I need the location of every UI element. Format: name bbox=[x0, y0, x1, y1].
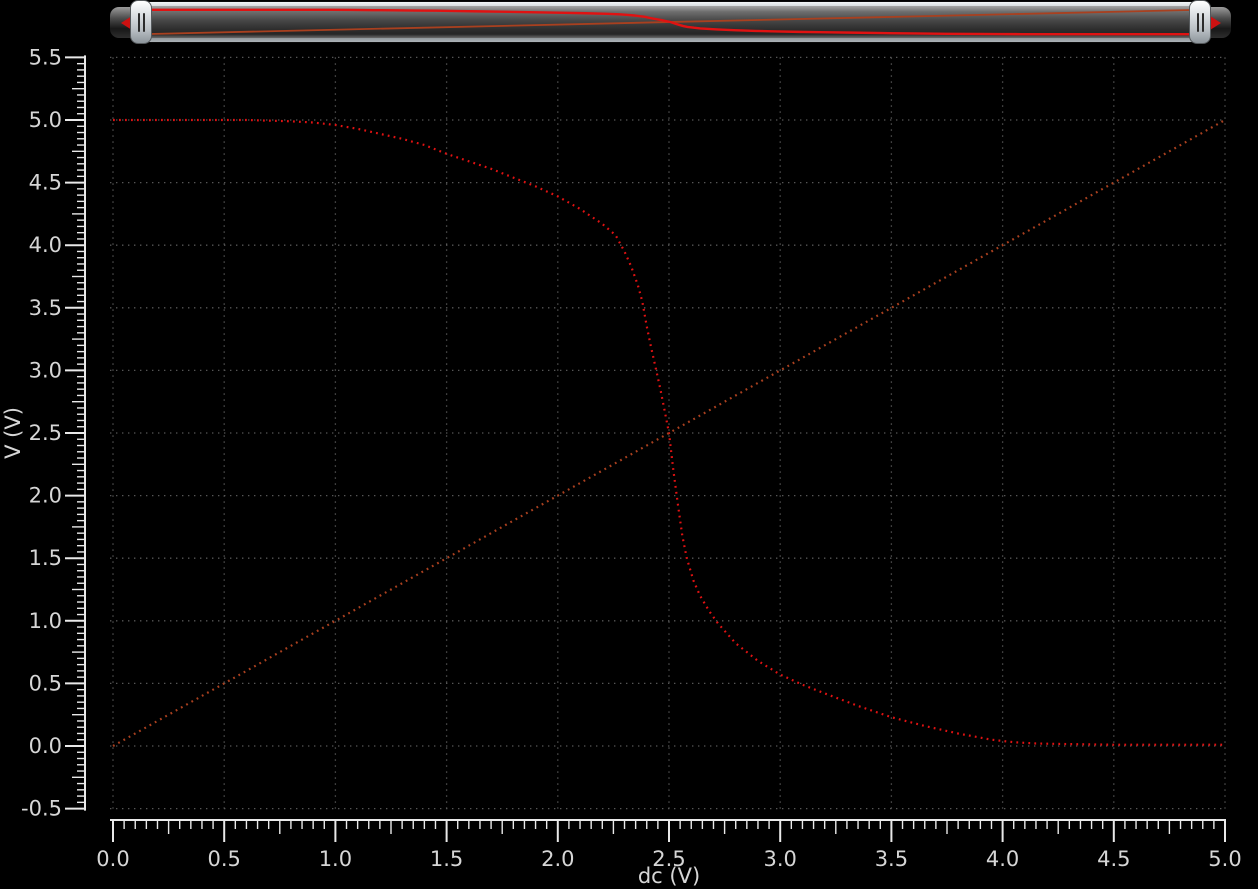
x-tick-label: 1.0 bbox=[319, 847, 352, 871]
x-axis-title: dc (V) bbox=[638, 864, 700, 888]
y-tick-label: 4.0 bbox=[29, 233, 62, 257]
x-axis-ruler bbox=[110, 819, 1226, 842]
scrollbar-track[interactable] bbox=[136, 2, 1205, 42]
y-tick-label: 4.5 bbox=[29, 171, 62, 195]
x-tick-label: 4.5 bbox=[1097, 847, 1130, 871]
y-tick-label: 1.5 bbox=[29, 546, 62, 570]
x-tick-label: 0.5 bbox=[207, 847, 240, 871]
plot-canvas[interactable]: -0.5 0.0 0.5 1.0 1.5 2.0 2.5 3.0 3.5 4.0 4.5 5.0 5.5… bbox=[0, 0, 1258, 889]
zoom-handle-right[interactable] bbox=[1189, 0, 1211, 44]
y-tick-label: 3.0 bbox=[29, 358, 62, 382]
y-tick-label: 5.5 bbox=[29, 45, 62, 69]
y-tick-label: 3.5 bbox=[29, 296, 62, 320]
zoom-handle-left[interactable] bbox=[130, 0, 152, 44]
waveform-viewer: -0.5 0.0 0.5 1.0 1.5 2.0 2.5 3.0 3.5 4.0 4.5 5.0 5.5… bbox=[0, 0, 1258, 889]
pan-zoom-scrollbar[interactable] bbox=[110, 0, 1231, 44]
miniature-traces-preview bbox=[139, 6, 1202, 38]
y-axis-ruler bbox=[65, 55, 86, 811]
grip-bars-icon bbox=[1196, 12, 1199, 32]
x-tick-label: 4.0 bbox=[986, 847, 1019, 871]
arrow-right-icon bbox=[1209, 15, 1221, 30]
scrollbar-track-inner bbox=[139, 6, 1202, 38]
y-tick-label: 2.0 bbox=[29, 484, 62, 508]
y-tick-label: 1.0 bbox=[29, 609, 62, 633]
y-axis-title: V (V) bbox=[1, 407, 25, 459]
x-tick-label: 1.5 bbox=[430, 847, 463, 871]
y-tick-label: -0.5 bbox=[21, 797, 62, 821]
x-tick-label: 2.0 bbox=[541, 847, 574, 871]
x-tick-label: 3.0 bbox=[763, 847, 796, 871]
x-tick-label: 3.5 bbox=[875, 847, 908, 871]
y-tick-label: 0.5 bbox=[29, 671, 62, 695]
grip-bars-icon bbox=[1201, 12, 1204, 32]
y-tick-label: 2.5 bbox=[29, 421, 62, 445]
x-tick-label: 5.0 bbox=[1208, 847, 1241, 871]
y-tick-label: 5.0 bbox=[29, 108, 62, 132]
x-tick-label: 0.0 bbox=[96, 847, 129, 871]
grip-bars-icon bbox=[137, 12, 140, 32]
grip-bars-icon bbox=[142, 12, 145, 32]
y-tick-label: 0.0 bbox=[29, 734, 62, 758]
